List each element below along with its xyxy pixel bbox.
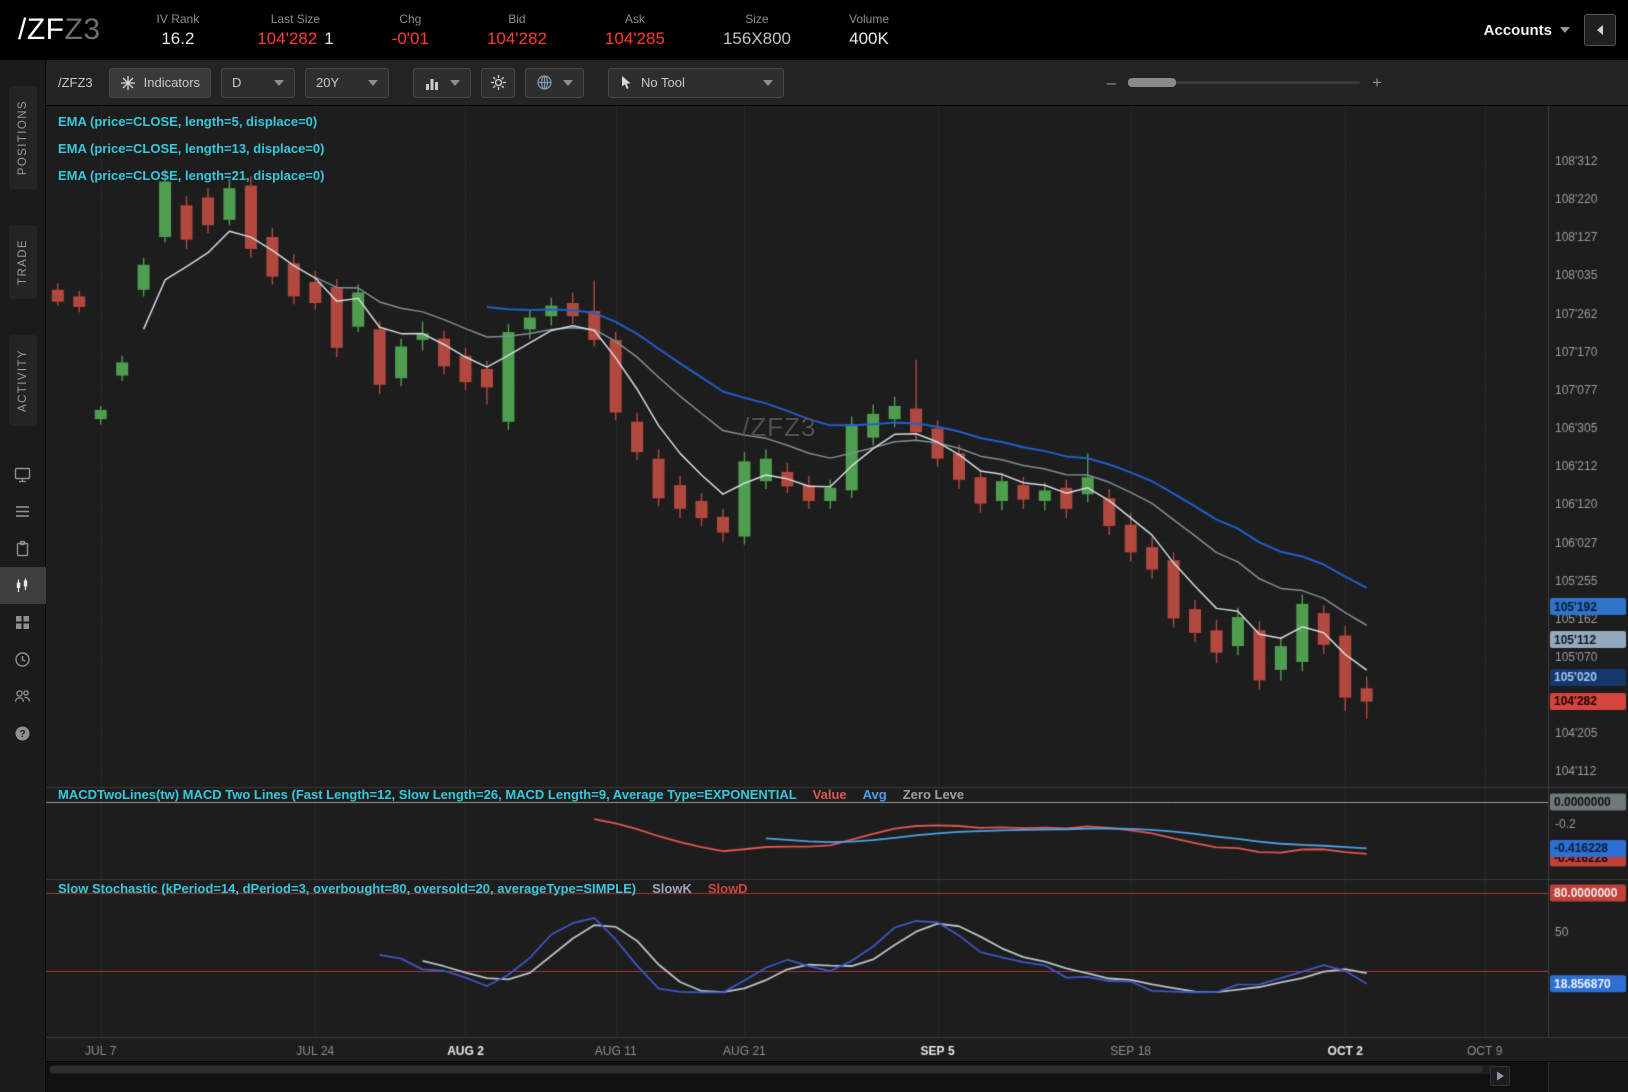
chevron-left-icon (1597, 25, 1603, 35)
grid-icon (16, 616, 29, 630)
sidebar-tab-positions[interactable]: POSITIONS (8, 86, 37, 190)
drawing-tool-dropdown[interactable]: No Tool (608, 67, 785, 98)
stat-value-last: 104'282 (257, 28, 318, 48)
chevron-right-icon (1496, 1071, 1504, 1081)
stat-value: 104'282 (486, 28, 547, 48)
stat-value-size: 1 (324, 28, 334, 48)
sidebar-icons: ? (0, 456, 46, 752)
zoom-control: – + (1107, 74, 1382, 91)
sidebar-item-help[interactable]: ? (0, 715, 46, 752)
zoom-in-button[interactable]: + (1372, 74, 1382, 91)
sidebar-item-community[interactable] (0, 678, 46, 715)
users-icon (14, 690, 31, 703)
stat-ask: Ask 104'285 (605, 12, 665, 49)
stat-bid: Bid 104'282 (487, 12, 547, 49)
zoom-slider-handle[interactable] (1128, 78, 1177, 87)
sidebar-tab-trade[interactable]: TRADE (8, 225, 37, 300)
stat-label: Chg (399, 11, 422, 26)
globe-icon (537, 75, 552, 90)
zoom-slider[interactable] (1128, 78, 1361, 87)
stat-value: 400K (849, 28, 889, 48)
sidebar-item-history[interactable] (0, 641, 46, 678)
symbol-root: /ZF (18, 13, 65, 46)
quote-header: /ZFZ3 IV Rank 16.2 Last Size 104'282 1 Ch… (0, 0, 1628, 60)
candlestick-chart-icon (16, 578, 28, 593)
scrollbar-thumb[interactable] (50, 1066, 1483, 1073)
quote-stats: IV Rank 16.2 Last Size 104'282 1 Chg -0'0… (157, 12, 890, 49)
stat-label: Ask (624, 11, 645, 26)
stat-label: IV Rank (156, 11, 200, 26)
accounts-dropdown[interactable]: Accounts (1484, 22, 1570, 39)
stat-last-size: Last Size 104'282 1 (257, 12, 333, 49)
stat-label: Bid (508, 11, 526, 26)
symbol-suffix: Z3 (64, 13, 101, 46)
tool-label: No Tool (641, 75, 685, 90)
gear-icon (490, 75, 506, 90)
sidebar-item-watchlist[interactable] (0, 493, 46, 530)
stat-change: Chg -0'01 (392, 12, 429, 49)
zoom-out-button[interactable]: – (1107, 74, 1116, 91)
range-dropdown[interactable]: 20Y (305, 67, 390, 98)
left-rail: POSITIONS TRADE ACTIVITY ? (0, 60, 46, 1092)
svg-text:?: ? (19, 729, 25, 740)
sidebar-item-quote-board[interactable] (0, 456, 46, 493)
chevron-down-icon (274, 79, 285, 86)
chevron-down-icon (368, 79, 379, 86)
stat-value: 156X800 (722, 28, 791, 48)
chart-scrollbar (46, 1061, 1628, 1092)
chart-symbol-field[interactable]: /ZFZ3 (58, 75, 93, 90)
sidebar-tab-activity[interactable]: ACTIVITY (8, 335, 37, 427)
chevron-down-icon (763, 79, 774, 86)
stat-label: Size (745, 11, 769, 26)
scrollbar-track[interactable] (49, 1065, 1496, 1074)
chevron-down-icon (1560, 27, 1570, 33)
stat-value: 16.2 (161, 28, 195, 48)
chevron-down-icon (450, 79, 461, 86)
indicators-button[interactable]: Indicators (108, 67, 212, 98)
scrollbar-corner (1548, 1062, 1628, 1092)
scroll-right-button[interactable] (1490, 1066, 1510, 1086)
symbol-title: /ZFZ3 (18, 13, 101, 47)
stat-label: Volume (848, 11, 890, 26)
clipboard-icon (16, 540, 29, 557)
clock-icon (15, 652, 30, 667)
chevron-down-icon (563, 79, 574, 86)
stat-value: 104'285 (604, 28, 665, 48)
indicators-icon (120, 75, 135, 90)
collapse-panel-button[interactable] (1584, 14, 1616, 46)
indicators-label: Indicators (143, 75, 201, 90)
chart-area: EMA (price=CLOSE, length=5, displace=0) … (46, 106, 1628, 1061)
sidebar-item-grid[interactable] (0, 604, 46, 641)
sidebar-item-chart[interactable] (0, 567, 46, 605)
chart-settings-button[interactable] (481, 67, 516, 98)
stat-value: -0'01 (391, 28, 429, 48)
range-value: 20Y (316, 75, 340, 90)
aggregation-dropdown[interactable]: D (221, 67, 296, 98)
help-icon: ? (15, 726, 30, 741)
stat-iv-rank: IV Rank 16.2 (157, 12, 200, 49)
accounts-label: Accounts (1483, 21, 1552, 39)
price-chart-canvas[interactable] (46, 106, 1628, 1061)
monitor-icon (14, 467, 31, 483)
list-icon (16, 506, 29, 517)
aggregation-value: D (232, 75, 242, 90)
stat-size: Size 156X800 (723, 12, 791, 49)
bar-chart-icon (426, 78, 439, 90)
stat-label: Last Size (270, 11, 321, 26)
sidebar-item-orders[interactable] (0, 530, 46, 567)
cursor-icon (622, 76, 631, 89)
stat-volume: Volume 400K (849, 12, 889, 49)
chart-toolbar: /ZFZ3 Indicators D 20Y No Tool – + (46, 60, 1628, 106)
chart-type-dropdown[interactable] (413, 67, 472, 98)
layout-dropdown[interactable] (525, 67, 585, 98)
